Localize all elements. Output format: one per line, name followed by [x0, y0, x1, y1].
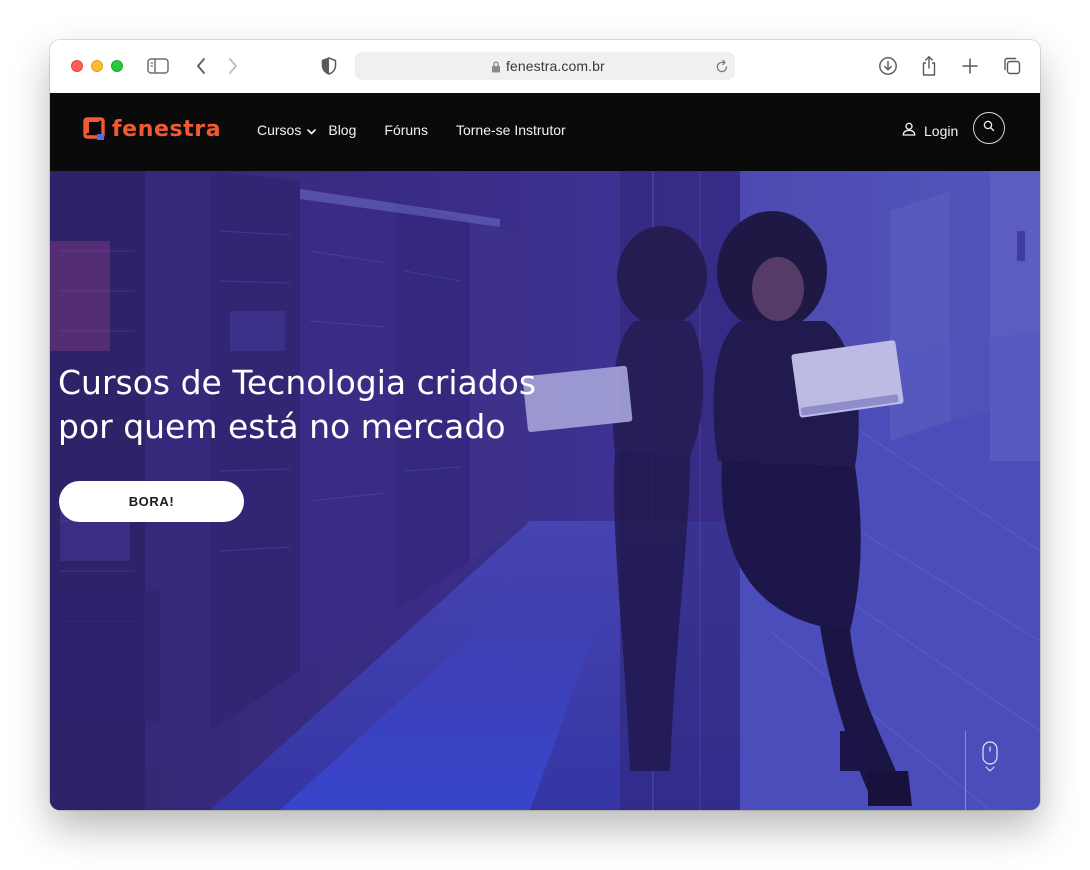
logo-wordmark: fenestra	[112, 116, 222, 142]
address-bar[interactable]: fenestra.com.br	[355, 52, 735, 80]
hero-title-line-1: Cursos de Tecnologia criados	[58, 363, 537, 402]
browser-window: fenestra.com.br fenestra Cursos Blog Fór…	[50, 40, 1040, 810]
tab-overview-icon[interactable]	[1000, 54, 1024, 78]
login-label: Login	[924, 122, 959, 139]
nav-item-foruns[interactable]: Fóruns	[384, 122, 428, 138]
nav-item-cursos-label: Cursos	[257, 122, 302, 138]
scroll-down-mouse-icon[interactable]	[981, 741, 999, 780]
hero-section: Cursos de Tecnologia criados por quem es…	[50, 171, 1040, 810]
address-bar-url: fenestra.com.br	[506, 58, 605, 74]
hero-title-line-2: por quem está no mercado	[58, 407, 506, 446]
login-link[interactable]: Login	[902, 122, 958, 139]
reload-icon[interactable]	[715, 58, 729, 79]
forward-arrow-icon[interactable]	[221, 54, 245, 78]
privacy-shield-icon[interactable]	[317, 54, 341, 78]
lock-icon	[491, 60, 501, 78]
nav-item-cursos[interactable]: Cursos	[257, 122, 317, 138]
back-arrow-icon[interactable]	[189, 54, 213, 78]
fenestra-logo-icon	[82, 116, 106, 142]
main-nav: Cursos Blog Fóruns Torne-se Instrutor	[257, 122, 594, 138]
close-window-button[interactable]	[71, 60, 83, 72]
hero-title: Cursos de Tecnologia criados por quem es…	[58, 361, 578, 449]
download-icon[interactable]	[876, 54, 900, 78]
browser-toolbar: fenestra.com.br	[50, 40, 1040, 94]
user-icon	[902, 122, 916, 139]
bora-button[interactable]: BORA!	[59, 481, 244, 522]
new-tab-plus-icon[interactable]	[958, 54, 982, 78]
nav-item-blog[interactable]: Blog	[328, 122, 356, 138]
minimize-window-button[interactable]	[91, 60, 103, 72]
share-icon[interactable]	[917, 54, 941, 78]
search-button[interactable]	[973, 112, 1005, 144]
nav-item-instrutor[interactable]: Torne-se Instrutor	[456, 122, 566, 138]
search-icon	[983, 119, 995, 137]
chevron-down-icon	[307, 122, 317, 138]
site-header: fenestra Cursos Blog Fóruns Torne-se Ins…	[50, 93, 1040, 171]
scroll-divider	[965, 731, 966, 810]
sidebar-toggle-icon[interactable]	[146, 54, 170, 78]
site-logo[interactable]: fenestra	[82, 114, 221, 144]
zoom-window-button[interactable]	[111, 60, 123, 72]
